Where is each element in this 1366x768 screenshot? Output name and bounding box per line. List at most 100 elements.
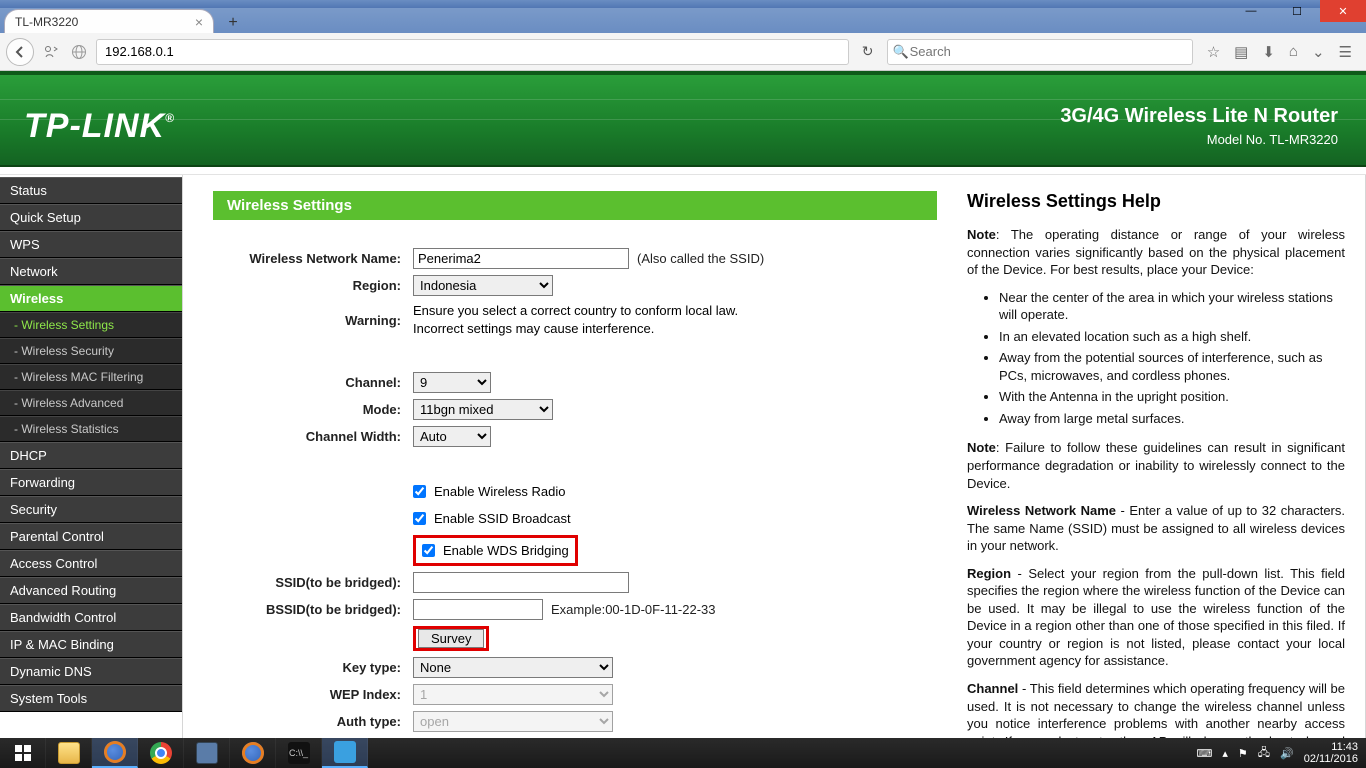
tab-title: TL-MR3220 [15, 15, 78, 29]
sidebar-item-network[interactable]: Network [0, 258, 182, 285]
label-mode: Mode: [213, 402, 413, 417]
sidebar-sub-wireless-settings[interactable]: - Wireless Settings [0, 312, 182, 338]
label-warning: Warning: [213, 313, 413, 328]
network-icon[interactable]: 🖧 [1258, 744, 1270, 763]
label-key-type: Key type: [213, 660, 413, 675]
search-input[interactable] [887, 39, 1193, 65]
sidebar-sub-wireless-advanced[interactable]: - Wireless Advanced [0, 390, 182, 416]
globe-icon [68, 41, 90, 63]
help-title: Wireless Settings Help [967, 191, 1345, 212]
enable-wds-checkbox[interactable] [422, 544, 435, 557]
identity-icon[interactable] [40, 41, 62, 63]
reload-button[interactable]: ↻ [855, 43, 881, 60]
back-button[interactable] [6, 38, 34, 66]
tab-close-icon[interactable]: × [195, 14, 203, 30]
browser-tab[interactable]: TL-MR3220 × [4, 9, 214, 33]
wep-index-select[interactable]: 1 [413, 684, 613, 705]
system-tray[interactable]: ⌨ ▴ ⚑ 🖧 🔊 11:43 02/11/2016 [1196, 741, 1366, 765]
clock[interactable]: 11:43 02/11/2016 [1304, 741, 1358, 765]
sidebar-item-quick-setup[interactable]: Quick Setup [0, 204, 182, 231]
home-icon[interactable]: ⌂ [1289, 43, 1298, 61]
enable-ssid-broadcast-checkbox[interactable] [413, 512, 426, 525]
help-note2: Note: Failure to follow these guidelines… [967, 439, 1345, 492]
enable-ssid-broadcast-label: Enable SSID Broadcast [434, 511, 571, 526]
label-channel: Channel: [213, 375, 413, 390]
enable-radio-label: Enable Wireless Radio [434, 484, 566, 499]
url-input[interactable] [96, 39, 849, 65]
ssid-hint: (Also called the SSID) [637, 251, 764, 266]
sidebar-item-system-tools[interactable]: System Tools [0, 685, 182, 712]
volume-icon[interactable]: 🔊 [1280, 747, 1294, 760]
router-header: TP-LINK® 3G/4G Wireless Lite N Router Mo… [0, 71, 1366, 167]
keyboard-icon[interactable]: ⌨ [1196, 747, 1212, 760]
mode-select[interactable]: 11bgn mixed [413, 399, 553, 420]
taskbar-app[interactable] [322, 738, 368, 768]
brand-logo: TP-LINK® [24, 107, 175, 146]
window-maximize-button[interactable]: ☐ [1274, 0, 1320, 22]
label-wnn: Wireless Network Name: [213, 251, 413, 266]
bookmark-star-icon[interactable]: ☆ [1207, 43, 1220, 61]
survey-button[interactable]: Survey [418, 629, 484, 648]
sidebar-item-parental-control[interactable]: Parental Control [0, 523, 182, 550]
sidebar-item-dhcp[interactable]: DHCP [0, 442, 182, 469]
tray-expand-icon[interactable]: ▴ [1222, 747, 1228, 760]
downloads-icon[interactable]: ⬇ [1262, 43, 1275, 61]
auth-type-select[interactable]: open [413, 711, 613, 732]
taskbar-firefox-1[interactable] [92, 738, 138, 768]
sidebar-item-wireless[interactable]: Wireless [0, 285, 182, 312]
enable-radio-checkbox[interactable] [413, 485, 426, 498]
ssid-bridge-input[interactable] [413, 572, 629, 593]
help-wnn: Wireless Network Name - Enter a value of… [967, 502, 1345, 555]
label-bssid-bridge: BSSID(to be bridged): [213, 602, 413, 617]
reading-list-icon[interactable]: ▤ [1234, 43, 1248, 61]
taskbar-chrome[interactable] [138, 738, 184, 768]
key-type-select[interactable]: None [413, 657, 613, 678]
enable-wds-label: Enable WDS Bridging [443, 543, 569, 558]
taskbar-virtualbox[interactable] [184, 738, 230, 768]
sidebar: Status Quick Setup WPS Network Wireless … [0, 175, 182, 738]
browser-toolbar: ↻ 🔍 ☆ ▤ ⬇ ⌂ ⌄ ☰ [0, 33, 1366, 71]
flag-icon[interactable]: ⚑ [1238, 747, 1248, 760]
menu-icon[interactable]: ☰ [1339, 43, 1352, 61]
channel-width-select[interactable]: Auto [413, 426, 491, 447]
new-tab-button[interactable]: + [220, 13, 246, 33]
content-panel[interactable]: Wireless Settings Wireless Network Name:… [183, 175, 947, 738]
sidebar-sub-wireless-statistics[interactable]: - Wireless Statistics [0, 416, 182, 442]
product-name: 3G/4G Wireless Lite N Router [1060, 105, 1338, 128]
sidebar-item-security[interactable]: Security [0, 496, 182, 523]
survey-highlight: Survey [413, 626, 489, 651]
help-region: Region - Select your region from the pul… [967, 565, 1345, 670]
channel-select[interactable]: 9 [413, 372, 491, 393]
window-close-button[interactable]: ✕ [1320, 0, 1366, 22]
label-region: Region: [213, 278, 413, 293]
ssid-input[interactable] [413, 248, 629, 269]
label-wep-index: WEP Index: [213, 687, 413, 702]
sidebar-item-advanced-routing[interactable]: Advanced Routing [0, 577, 182, 604]
sidebar-item-status[interactable]: Status [0, 177, 182, 204]
start-button[interactable] [0, 738, 46, 768]
sidebar-sub-wireless-mac[interactable]: - Wireless MAC Filtering [0, 364, 182, 390]
sidebar-item-dynamic-dns[interactable]: Dynamic DNS [0, 658, 182, 685]
help-panel[interactable]: Wireless Settings Help Note: The operati… [947, 175, 1365, 738]
sidebar-item-ip-mac-binding[interactable]: IP & MAC Binding [0, 631, 182, 658]
pocket-icon[interactable]: ⌄ [1312, 43, 1325, 61]
browser-tab-strip: TL-MR3220 × + [0, 8, 1366, 33]
sidebar-item-access-control[interactable]: Access Control [0, 550, 182, 577]
label-auth-type: Auth type: [213, 714, 413, 729]
help-channel: Channel - This field determines which op… [967, 680, 1345, 738]
taskbar-firefox-2[interactable] [230, 738, 276, 768]
page-title: Wireless Settings [213, 191, 937, 220]
window-minimize-button[interactable]: — [1228, 0, 1274, 22]
taskbar: C:\\_ ⌨ ▴ ⚑ 🖧 🔊 11:43 02/11/2016 [0, 738, 1366, 768]
sidebar-sub-wireless-security[interactable]: - Wireless Security [0, 338, 182, 364]
bssid-bridge-input[interactable] [413, 599, 543, 620]
region-select[interactable]: Indonesia [413, 275, 553, 296]
taskbar-cmd[interactable]: C:\\_ [276, 738, 322, 768]
sidebar-item-bandwidth-control[interactable]: Bandwidth Control [0, 604, 182, 631]
sidebar-item-wps[interactable]: WPS [0, 231, 182, 258]
help-list: Near the center of the area in which you… [999, 289, 1345, 428]
model-label: Model No. TL-MR3220 [1060, 132, 1338, 147]
label-ssid-bridge: SSID(to be bridged): [213, 575, 413, 590]
sidebar-item-forwarding[interactable]: Forwarding [0, 469, 182, 496]
taskbar-explorer[interactable] [46, 738, 92, 768]
